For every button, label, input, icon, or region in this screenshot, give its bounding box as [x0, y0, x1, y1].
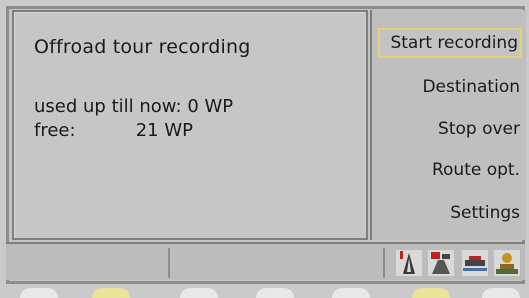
- softkey-1[interactable]: [20, 288, 58, 298]
- softkey-2[interactable]: [92, 288, 130, 298]
- status-cell-2: [170, 248, 385, 278]
- info-panel: Offroad tour recording used up till now:…: [12, 10, 368, 240]
- start-recording-button[interactable]: Start recording: [378, 28, 522, 58]
- traffic-sign-icon[interactable]: [428, 250, 454, 276]
- softkey-4[interactable]: [256, 288, 294, 298]
- used-waypoints: used up till now: 0 WP: [34, 96, 233, 117]
- route-icons: [394, 248, 524, 278]
- softkey-6[interactable]: [412, 288, 450, 298]
- softkey-7[interactable]: [482, 288, 520, 298]
- stop-over-button[interactable]: Stop over: [438, 114, 522, 144]
- ferry-icon[interactable]: [462, 250, 488, 276]
- free-label: free:: [34, 120, 76, 141]
- free-value: 21 WP: [135, 120, 194, 141]
- used-label: used up till now:: [34, 96, 182, 117]
- navigation-screen: Offroad tour recording used up till now:…: [0, 0, 529, 298]
- softkey-3[interactable]: [180, 288, 218, 298]
- free-waypoints: free: 21 WP: [34, 120, 193, 141]
- status-cell-1: [12, 248, 170, 278]
- road-warning-icon[interactable]: [396, 250, 422, 276]
- settings-button[interactable]: Settings: [450, 198, 522, 228]
- used-value: 0 WP: [187, 96, 234, 117]
- status-bar: [6, 242, 525, 280]
- side-menu: Start recording Destination Stop over Ro…: [370, 10, 526, 240]
- destination-button[interactable]: Destination: [422, 72, 522, 102]
- route-options-button[interactable]: Route opt.: [432, 155, 522, 185]
- softkey-row: [0, 284, 529, 298]
- person-icon[interactable]: [494, 250, 520, 276]
- softkey-5[interactable]: [332, 288, 370, 298]
- page-title: Offroad tour recording: [34, 36, 251, 58]
